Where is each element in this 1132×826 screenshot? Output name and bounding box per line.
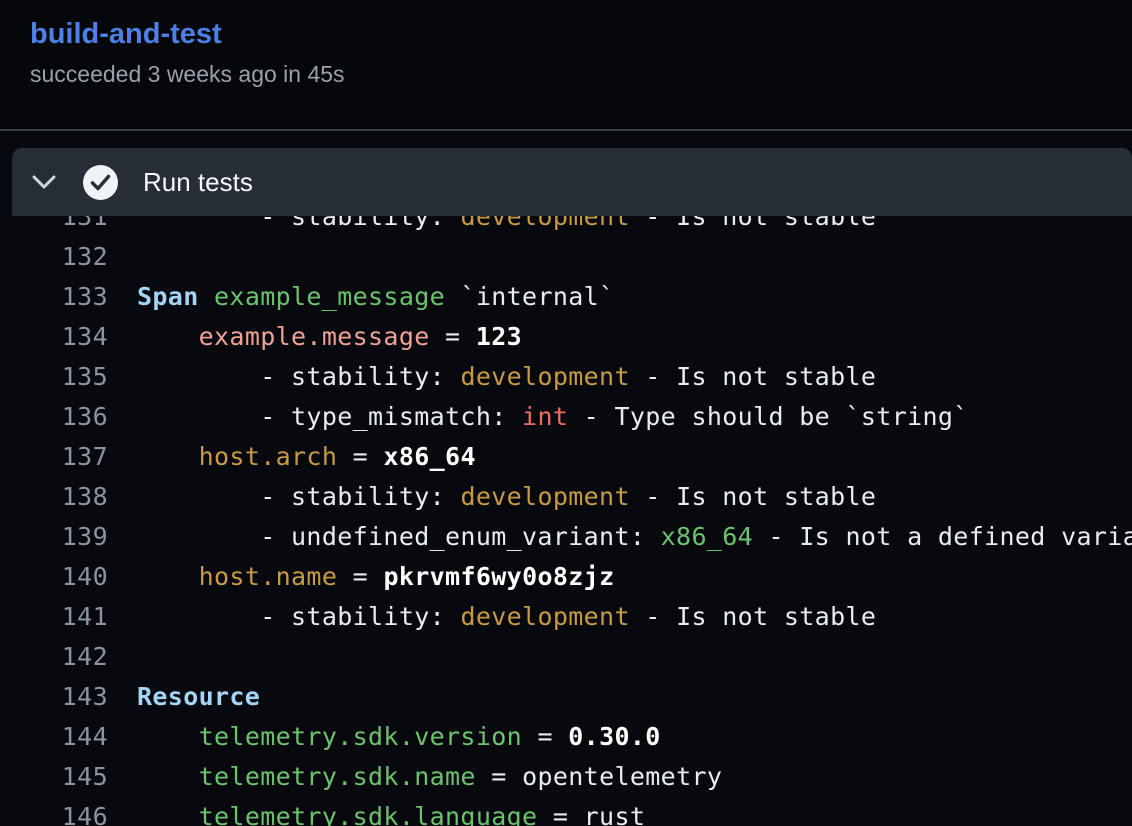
line-number[interactable]: 138 — [0, 482, 108, 511]
chevron-down-icon[interactable] — [32, 174, 56, 190]
line-number[interactable]: 136 — [0, 402, 108, 431]
line-number[interactable]: 143 — [0, 682, 108, 711]
log-line: 144 telemetry.sdk.version = 0.30.0 — [0, 716, 1132, 756]
log-line: 138 - stability: development - Is not st… — [0, 476, 1132, 516]
log-line: 146 telemetry.sdk.language = rust — [0, 796, 1132, 826]
log-viewer: Run tests 131 - stability: development -… — [0, 131, 1132, 826]
line-content: host.arch = x86_64 — [108, 442, 476, 471]
line-number[interactable]: 145 — [0, 762, 108, 791]
line-content: example.message = 123 — [108, 322, 522, 351]
line-number[interactable]: 137 — [0, 442, 108, 471]
log-line: 139 - undefined_enum_variant: x86_64 - I… — [0, 516, 1132, 556]
line-content: Span example_message `internal` — [108, 282, 614, 311]
line-content: Resource — [108, 682, 260, 711]
line-number[interactable]: 139 — [0, 522, 108, 551]
line-content: - type_mismatch: int - Type should be `s… — [108, 402, 969, 431]
line-content: - stability: development - Is not stable — [108, 482, 876, 511]
log-line: 134 example.message = 123 — [0, 316, 1132, 356]
line-number[interactable]: 141 — [0, 602, 108, 631]
line-number[interactable]: 134 — [0, 322, 108, 351]
line-content: telemetry.sdk.version = 0.30.0 — [108, 722, 661, 751]
log-line: 145 telemetry.sdk.name = opentelemetry — [0, 756, 1132, 796]
job-status-line: succeeded 3 weeks ago in 45s — [30, 60, 1102, 88]
line-number[interactable]: 140 — [0, 562, 108, 591]
log-line: 135 - stability: development - Is not st… — [0, 356, 1132, 396]
line-number[interactable]: 146 — [0, 802, 108, 826]
line-content: host.name = pkrvmf6wy0o8zjz — [108, 562, 614, 591]
step-header[interactable]: Run tests — [12, 148, 1132, 216]
check-circle-icon — [82, 164, 119, 201]
log-line: 143Resource — [0, 676, 1132, 716]
line-content: - stability: development - Is not stable — [108, 362, 876, 391]
log-line: 136 - type_mismatch: int - Type should b… — [0, 396, 1132, 436]
log-line: 141 - stability: development - Is not st… — [0, 596, 1132, 636]
line-number[interactable]: 135 — [0, 362, 108, 391]
line-content: telemetry.sdk.language = rust — [108, 802, 645, 826]
line-content: - stability: development - Is not stable — [108, 602, 876, 631]
log-lines: 131 - stability: development - Is not st… — [0, 131, 1132, 826]
log-line: 142 — [0, 636, 1132, 676]
log-line: 132 — [0, 236, 1132, 276]
line-number[interactable]: 142 — [0, 642, 108, 671]
job-header: build-and-test succeeded 3 weeks ago in … — [0, 0, 1132, 129]
line-number[interactable]: 132 — [0, 242, 108, 271]
log-line: 140 host.name = pkrvmf6wy0o8zjz — [0, 556, 1132, 596]
step-title: Run tests — [143, 169, 253, 195]
line-number[interactable]: 133 — [0, 282, 108, 311]
line-content: telemetry.sdk.name = opentelemetry — [108, 762, 722, 791]
job-name-link[interactable]: build-and-test — [30, 16, 222, 52]
log-line: 137 host.arch = x86_64 — [0, 436, 1132, 476]
line-number[interactable]: 144 — [0, 722, 108, 751]
log-line: 133Span example_message `internal` — [0, 276, 1132, 316]
line-content: - undefined_enum_variant: x86_64 - Is no… — [108, 522, 1132, 551]
